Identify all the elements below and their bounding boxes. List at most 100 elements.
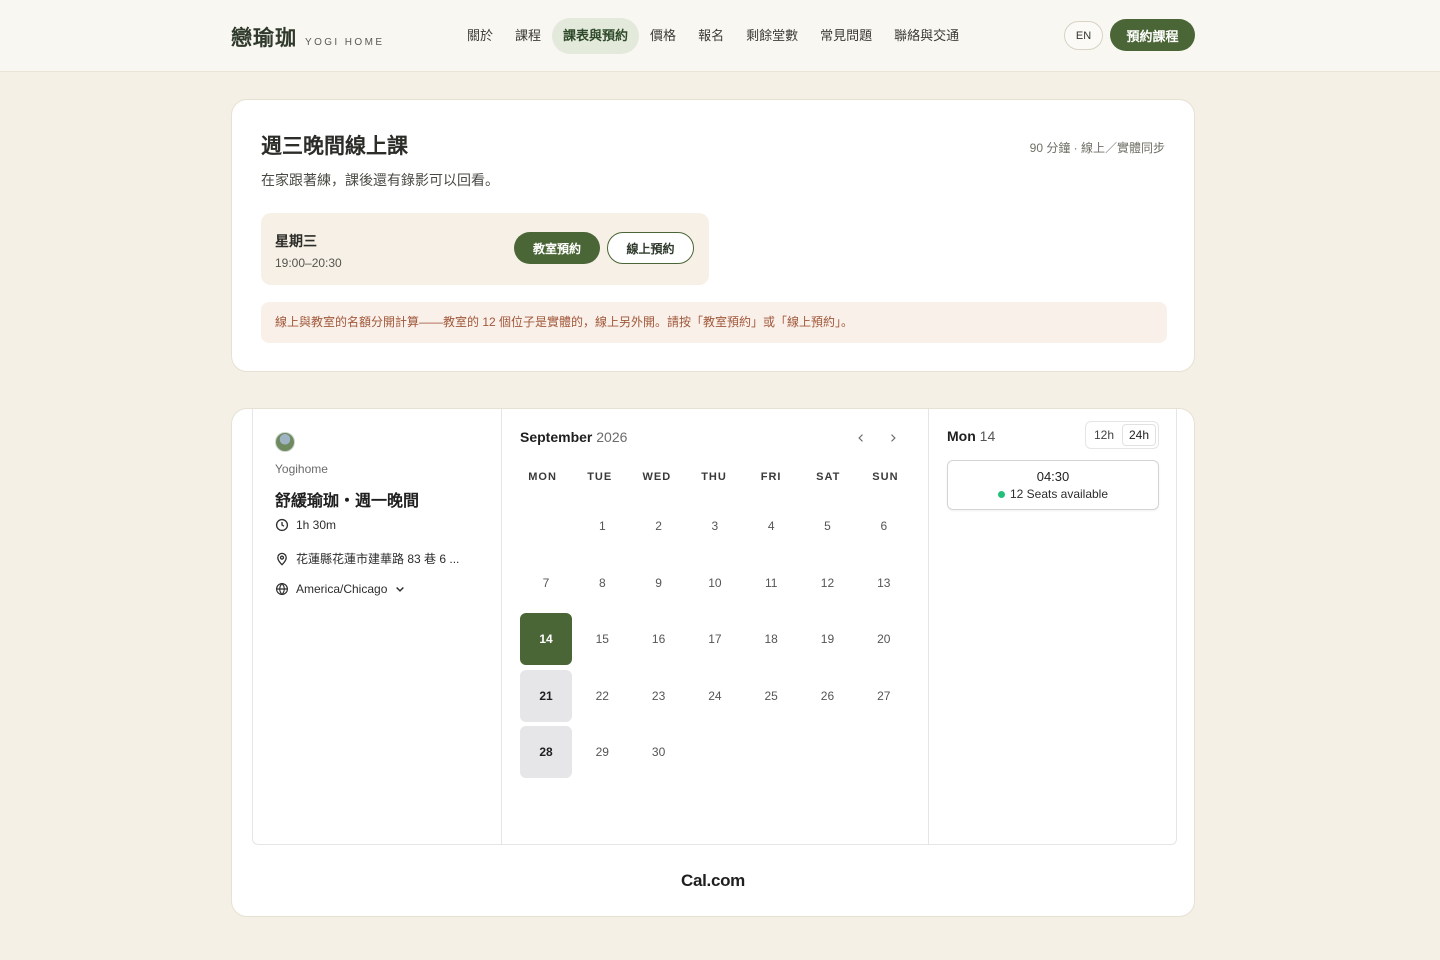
language-toggle-button[interactable]: EN <box>1064 21 1103 50</box>
calendar-day: 17 <box>708 632 722 646</box>
site-header: 戀瑜珈 YOGI HOME 關於 課程 課表與預約 價格 報名 剩餘堂數 常見問題 聯絡與交通… <box>0 0 1440 72</box>
calendar-day: 23 <box>651 688 666 703</box>
calendar-day: 11 <box>764 575 778 590</box>
session-box: 星期三 19:00–20:30 教室預約 線上預約 <box>261 213 709 285</box>
calendar-day[interactable]: 14 <box>520 613 572 665</box>
quota-notice: 線上與教室的名額分開計算——教室的 12 個位子是實體的，線上另外開。請按「教室… <box>261 302 1167 343</box>
nav-item[interactable]: 關於 <box>456 18 504 54</box>
calendar-day: 12 <box>820 575 835 590</box>
brand-logo[interactable]: 戀瑜珈 YOGI HOME <box>231 22 384 52</box>
calendar-day: 20 <box>877 632 891 646</box>
calendar-day: 24 <box>708 688 722 703</box>
session-time: 19:00–20:30 <box>275 256 342 270</box>
availability-dot-icon <box>997 490 1005 498</box>
event-title: 舒緩瑜珈・週一晚間 <box>275 493 420 510</box>
weekday-label: SUN <box>872 471 899 483</box>
session-day: 星期三 <box>275 233 317 249</box>
chevron-left-icon <box>858 434 863 442</box>
weekday-label: MON <box>528 471 557 483</box>
location-row: 花蓮縣花蓮市建華路 83 巷 6 ... <box>275 550 459 567</box>
calendar-day: 30 <box>651 745 666 759</box>
calendar-day: 25 <box>764 688 778 703</box>
time-slots-panel: Mon 14 12h 24h 04:30 12 Seats available <box>929 409 1177 844</box>
weekday-label: SAT <box>816 471 841 483</box>
nav-item[interactable]: 剩餘堂數 <box>735 18 809 54</box>
weekday-label: WED <box>642 471 672 483</box>
calendar-day: 22 <box>595 688 609 703</box>
class-title: 週三晚間線上課 <box>261 135 408 158</box>
clock-icon <box>275 518 289 532</box>
selected-date: Mon 14 <box>947 428 995 444</box>
class-meta: 90 分鐘 · 線上／實體同步 <box>1029 141 1165 155</box>
month-name: September <box>520 429 593 445</box>
calendar-grid: 1 2 3 4 5 6 7 8 9 10 11 12 13 14 15 16 17 18 19 20 21 22 23 24 2… <box>520 500 916 778</box>
calendar-panel: September 2026 MON TUE WED THU FRI SAT SUN 123… <box>502 409 929 844</box>
calendar-day: 8 <box>598 575 606 590</box>
weekday-label: THU <box>701 471 727 483</box>
calendar-day[interactable]: 21 <box>520 669 572 722</box>
slot-seats: 12 Seats available <box>997 487 1109 501</box>
booking-widget: Yogihome 舒緩瑜珈・週一晚間 1h 30m 花蓮縣花蓮市建華路 83 巷… <box>252 409 1177 845</box>
month-title: September 2026 <box>520 429 627 445</box>
map-pin-icon <box>277 552 287 566</box>
selected-day-name: Mon <box>947 428 976 444</box>
nav-item[interactable]: 價格 <box>639 18 687 54</box>
weekday-label: FRI <box>760 471 782 483</box>
calendar-day: 3 <box>711 519 719 533</box>
event-info-panel: Yogihome 舒緩瑜珈・週一晚間 1h 30m 花蓮縣花蓮市建華路 83 巷… <box>253 409 502 844</box>
calendar-day: 5 <box>824 519 831 533</box>
weekday-header: MON TUE WED THU FRI SAT SUN <box>514 471 914 483</box>
calendar-day: 27 <box>877 688 891 703</box>
calendar-day: 9 <box>655 575 662 590</box>
calendar-day: 1 <box>598 519 606 533</box>
format-12h-button[interactable]: 12h <box>1088 424 1120 446</box>
calendar-day: 16 <box>651 632 666 646</box>
brand-tagline: YOGI HOME <box>305 37 385 48</box>
calendar-day: 10 <box>708 575 722 590</box>
seats-available-text: 12 Seats available <box>1009 487 1109 501</box>
timezone-text: America/Chicago <box>296 582 388 596</box>
organizer-name: Yogihome <box>275 462 328 476</box>
calendar-day: 26 <box>820 688 835 703</box>
chevron-right-icon <box>891 434 896 442</box>
location-text: 花蓮縣花蓮市建華路 83 巷 6 ... <box>296 552 460 566</box>
main-nav: 關於 課程 課表與預約 價格 報名 剩餘堂數 常見問題 聯絡與交通 <box>456 18 970 54</box>
duration-row: 1h 30m <box>275 518 336 532</box>
weekday-label: TUE <box>587 471 613 483</box>
format-24h-button[interactable]: 24h <box>1122 424 1156 446</box>
calendar-day: 29 <box>595 745 609 759</box>
calendar-day: 19 <box>820 632 835 646</box>
booking-card: Yogihome 舒緩瑜珈・週一晚間 1h 30m 花蓮縣花蓮市建華路 83 巷… <box>231 408 1195 917</box>
calendar-day: 18 <box>764 632 778 646</box>
nav-item[interactable]: 常見問題 <box>809 18 883 54</box>
timezone-selector[interactable]: America/Chicago <box>275 582 406 596</box>
brand-name: 戀瑜珈 <box>231 27 297 50</box>
class-subtitle: 在家跟著練，課後還有錄影可以回看。 <box>261 172 499 188</box>
nav-item[interactable]: 課程 <box>504 18 552 54</box>
duration-text: 1h 30m <box>296 518 337 532</box>
next-month-button[interactable] <box>882 427 904 449</box>
calendar-day: 15 <box>595 632 609 646</box>
calendar-day: 6 <box>880 519 888 533</box>
powered-by-logo[interactable]: Cal.com <box>232 871 1194 891</box>
previous-month-button[interactable] <box>850 427 872 449</box>
nav-item[interactable]: 報名 <box>687 18 735 54</box>
slot-time: 04:30 <box>1036 469 1070 484</box>
online-booking-button[interactable]: 線上預約 <box>607 232 694 264</box>
studio-booking-button[interactable]: 教室預約 <box>514 232 600 264</box>
calendar-day: 4 <box>767 519 775 533</box>
calendar-day[interactable]: 28 <box>520 726 572 778</box>
nav-item[interactable]: 課表與預約 <box>552 18 640 54</box>
calendar-day: 13 <box>877 575 891 590</box>
calendar-day: 2 <box>655 519 662 533</box>
globe-icon <box>276 582 288 596</box>
chevron-down-icon <box>396 586 405 592</box>
calendar-day: 7 <box>542 575 550 590</box>
nav-item[interactable]: 聯絡與交通 <box>883 18 970 54</box>
book-class-button[interactable]: 預約課程 <box>1110 19 1195 51</box>
time-slot-button[interactable]: 04:30 12 Seats available <box>947 460 1159 510</box>
time-format-toggle: 12h 24h <box>1085 421 1159 449</box>
month-year: 2026 <box>596 429 628 445</box>
class-card: 週三晚間線上課 在家跟著練，課後還有錄影可以回看。 90 分鐘 · 線上／實體同… <box>231 99 1195 372</box>
organizer-avatar <box>275 432 295 452</box>
